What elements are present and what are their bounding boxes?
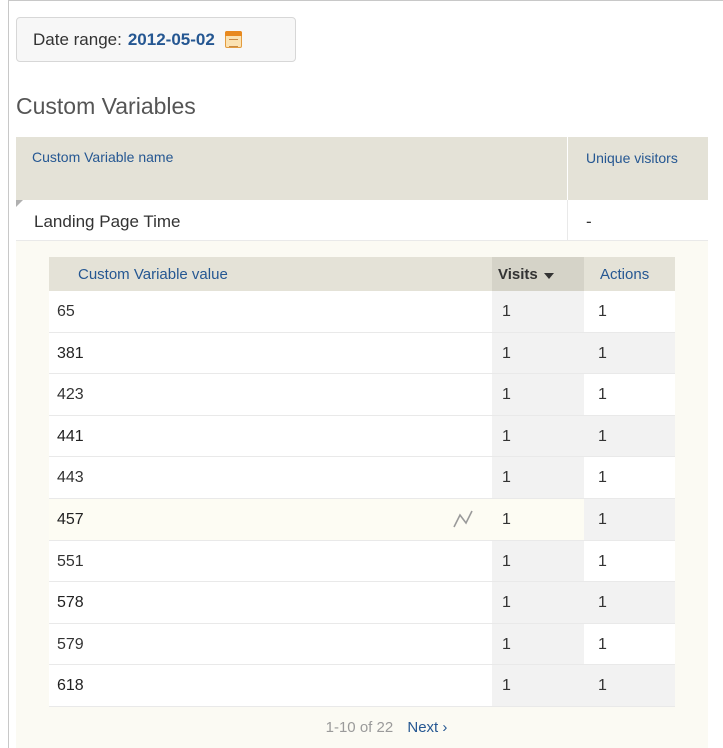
- cell-value-text: 441: [57, 427, 84, 445]
- custom-variable-values-table: Custom Variable value Visits Actions 65 1…: [49, 257, 675, 707]
- cell-visits: 1: [492, 457, 584, 498]
- date-range-value[interactable]: 2012-05-02: [128, 30, 215, 50]
- cell-actions: 1: [598, 386, 607, 404]
- cell-visits: 1: [492, 498, 584, 540]
- cell-value: 423: [49, 374, 492, 415]
- cell-value: 457: [49, 499, 492, 540]
- table-row[interactable]: 381 1 1: [49, 332, 675, 375]
- cell-visits: 1: [492, 540, 584, 582]
- cell-value: 618: [49, 665, 492, 706]
- cell-value-text: 618: [57, 677, 84, 695]
- cell-actions: 1: [584, 582, 675, 623]
- table-header: Custom Variable name Unique visitors: [16, 137, 708, 200]
- table-row[interactable]: 551 1 1: [49, 540, 675, 583]
- cell-visits: 1: [492, 623, 584, 665]
- cell-value-text: 381: [57, 344, 84, 362]
- cell-value: 381: [49, 333, 492, 374]
- column-header-value[interactable]: Custom Variable value: [49, 257, 492, 291]
- table-row[interactable]: 65 1 1: [49, 291, 675, 333]
- cell-value: 578: [49, 582, 492, 623]
- cell-value-text: 457: [57, 510, 84, 528]
- sort-desc-icon: [543, 273, 554, 279]
- subtable-body: 65 1 1 381 1 1 423 1 1 441 1 1 443 1 1 457 1 1 551 1 1 578 1 1 5…: [49, 291, 675, 707]
- subtable-container: Custom Variable value Visits Actions 65 1…: [16, 241, 708, 748]
- cell-value-text: 443: [57, 469, 84, 487]
- cell-value-text: 423: [57, 386, 84, 404]
- cell-value-text: 579: [57, 635, 84, 653]
- cell-visits: 1: [492, 291, 584, 332]
- table-row[interactable]: 457 1 1: [49, 498, 675, 541]
- row-unique-visitors: -: [567, 200, 708, 240]
- cell-value: 579: [49, 624, 492, 665]
- row-label[interactable]: Landing Page Time: [16, 200, 567, 240]
- subtable-header: Custom Variable value Visits Actions: [49, 257, 675, 291]
- cell-visits: 1: [492, 374, 584, 415]
- cell-value-text: 551: [57, 552, 84, 570]
- date-range-label: Date range:: [33, 29, 122, 49]
- cell-actions: 1: [584, 415, 675, 457]
- cell-actions: 1: [584, 332, 675, 374]
- cell-value-text: 578: [57, 594, 84, 612]
- table-row[interactable]: 579 1 1: [49, 623, 675, 666]
- pagination: 1-10 of 22 Next ›: [49, 719, 684, 736]
- page-title: Custom Variables: [16, 93, 196, 119]
- cell-actions: 1: [598, 303, 607, 320]
- cell-value: 65: [49, 291, 492, 332]
- calendar-icon[interactable]: [224, 31, 242, 48]
- column-header-actions[interactable]: Actions: [584, 257, 675, 291]
- cell-value-text: 65: [57, 303, 75, 320]
- cell-visits: 1: [492, 415, 584, 457]
- column-header-name[interactable]: Custom Variable name: [16, 137, 567, 200]
- table-row[interactable]: 441 1 1: [49, 415, 675, 458]
- expand-indicator-icon: [16, 200, 23, 207]
- cell-actions: 1: [598, 552, 607, 570]
- table-row[interactable]: 423 1 1: [49, 374, 675, 416]
- cell-value: 441: [49, 416, 492, 457]
- row-evolution-icon[interactable]: [452, 509, 474, 529]
- cell-value: 551: [49, 541, 492, 582]
- column-header-visits-label: Visits: [498, 266, 538, 283]
- table-row[interactable]: 578 1 1: [49, 582, 675, 624]
- cell-visits: 1: [492, 332, 584, 374]
- column-header-unique-visitors[interactable]: Unique visitors: [567, 137, 708, 200]
- next-page-link[interactable]: Next ›: [407, 719, 447, 736]
- date-range-selector[interactable]: Date range: 2012-05-02: [16, 17, 296, 62]
- cell-actions: 1: [598, 469, 607, 487]
- table-row[interactable]: 443 1 1: [49, 457, 675, 499]
- table-row[interactable]: 618 1 1: [49, 665, 675, 707]
- custom-variables-table: Custom Variable name Unique visitors Lan…: [16, 137, 708, 748]
- column-header-visits[interactable]: Visits: [492, 257, 584, 291]
- cell-actions: 1: [584, 665, 675, 706]
- cell-visits: 1: [492, 665, 584, 706]
- cell-value: 443: [49, 457, 492, 498]
- cell-visits: 1: [492, 582, 584, 623]
- cell-actions: 1: [584, 498, 675, 540]
- table-row[interactable]: Landing Page Time -: [16, 200, 708, 241]
- cell-actions: 1: [598, 635, 607, 653]
- pagination-range: 1-10 of 22: [325, 718, 394, 736]
